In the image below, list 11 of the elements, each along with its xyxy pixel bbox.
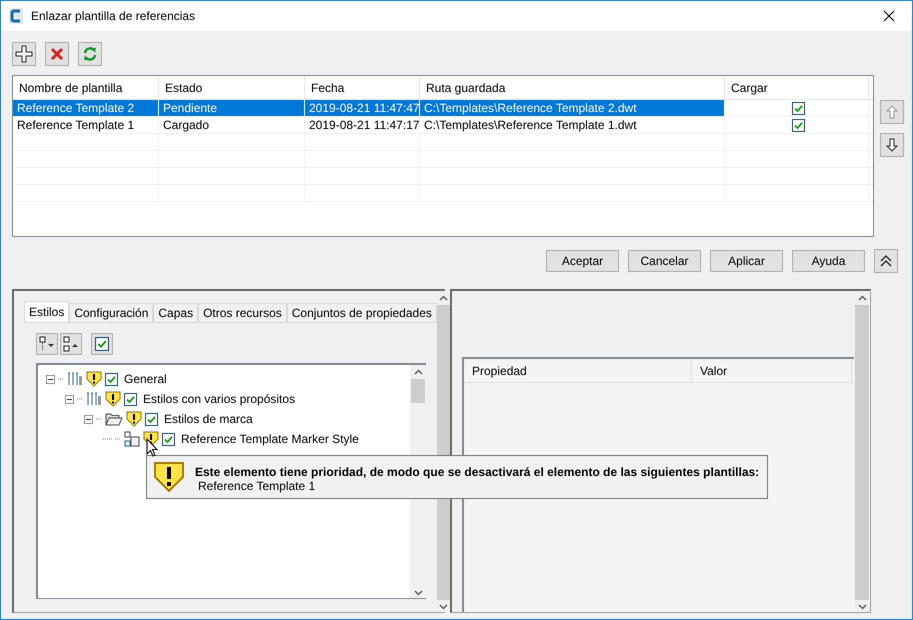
tooltip-item: Reference Template 1: [197, 479, 316, 493]
table-cell: Reference Template 1: [13, 117, 159, 133]
table-cell: Reference Template 2: [13, 100, 159, 116]
window-title: Enlazar plantilla de referencias: [31, 9, 196, 23]
table-cell: Cargado: [159, 117, 305, 133]
table-cell: C:\Templates\Reference Template 2.dwt: [420, 100, 725, 116]
tooltip-message: Este elemento tiene prioridad, de modo que se desactivará el elemento de las siguientes plantillas:: [195, 465, 760, 479]
table-cell: C:\Templates\Reference Template 1.dwt: [420, 117, 725, 133]
table-cell: 2019-08-21 11:47:47: [305, 100, 420, 116]
table-cell: 2019-08-21 11:47:17: [305, 117, 420, 133]
table-cell: Pendiente: [159, 100, 305, 116]
